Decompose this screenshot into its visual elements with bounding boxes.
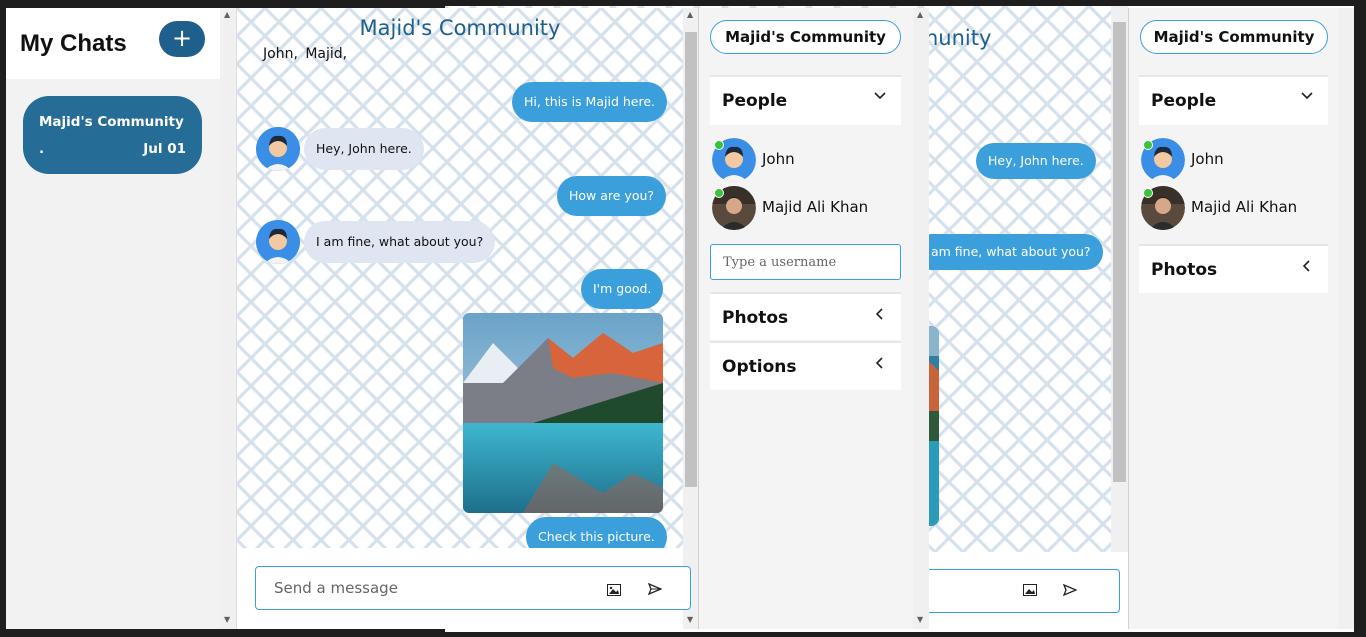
chevron-left-icon [873, 356, 887, 374]
chat-title: Majid's Community [359, 16, 561, 40]
photos-section-header[interactable]: Photos [710, 292, 901, 340]
member-row[interactable]: Majid Ali Khan [712, 186, 902, 230]
scroll-down-arrow[interactable]: ▼ [917, 615, 923, 624]
chat-scrollbar[interactable]: ▲ ▼ [683, 8, 699, 629]
message-bubble-mine: I'm good. [581, 269, 664, 309]
chat-feed: Majid's Community John, Majid, Hi, this … [237, 8, 683, 548]
people-section-header[interactable]: People [1139, 75, 1328, 125]
background-message-bubble: Hey, John here. [976, 143, 1096, 179]
chat-window: Majid's Community John, Majid, Hi, this … [236, 8, 699, 629]
online-indicator [714, 140, 724, 150]
chat-list-scrollbar[interactable]: ▲ ▼ [220, 8, 236, 629]
avatar [256, 127, 300, 171]
member-name: John [762, 150, 795, 168]
new-chat-button[interactable]: + [159, 21, 205, 57]
chat-card-preview: . [39, 141, 45, 157]
background-details-sidebar: Majid's Community People John Majid Ali … [1128, 8, 1338, 629]
options-section-title: Options [722, 357, 797, 377]
chat-list-header: My Chats + [6, 8, 220, 79]
background-chat-title: nunity [925, 26, 992, 50]
scroll-up-arrow[interactable]: ▲ [917, 10, 923, 19]
scroll-thumb[interactable] [685, 32, 697, 487]
member-name: John [1191, 150, 1224, 168]
message-input[interactable] [274, 579, 574, 597]
scroll-up-arrow[interactable]: ▲ [224, 10, 230, 19]
online-indicator [1143, 140, 1153, 150]
chat-details-sidebar: Majid's Community People John Majid Ali … [698, 8, 913, 629]
member-name: Majid Ali Khan [762, 198, 869, 216]
chevron-left-icon [873, 307, 887, 325]
photos-section-header[interactable]: Photos [1139, 244, 1328, 293]
people-section-title: People [722, 91, 788, 111]
people-section-title: People [1151, 91, 1217, 111]
member-name: Majid Ali Khan [1191, 198, 1298, 216]
scroll-down-arrow[interactable]: ▼ [224, 615, 230, 624]
background-chat-scrollbar[interactable] [1111, 6, 1128, 552]
scroll-down-arrow[interactable]: ▼ [687, 615, 693, 624]
image-upload-icon[interactable] [607, 581, 621, 600]
chat-card-name: Majid's Community [39, 114, 184, 130]
photos-section-title: Photos [722, 308, 789, 328]
message-bubble-mine: How are you? [557, 176, 667, 216]
send-icon[interactable] [647, 580, 663, 599]
message-composer [255, 566, 691, 610]
community-name-button[interactable]: Majid's Community [1140, 20, 1328, 54]
member-row[interactable]: John [712, 138, 902, 182]
member-row[interactable]: Majid Ali Khan [1141, 186, 1331, 230]
chevron-down-icon [873, 89, 887, 107]
background-message-bubble: am fine, what about you? [913, 234, 1103, 270]
member-row[interactable]: John [1141, 138, 1331, 182]
chat-list-title: My Chats [20, 30, 127, 57]
message-bubble-theirs: Hey, John here. [304, 128, 424, 170]
add-username-input[interactable] [710, 244, 901, 280]
scroll-up-arrow[interactable]: ▲ [687, 10, 693, 19]
image-icon[interactable] [1023, 584, 1037, 600]
background-message-input[interactable] [915, 569, 1120, 613]
chevron-down-icon [1300, 89, 1314, 107]
send-icon[interactable] [1062, 583, 1078, 600]
options-section-header[interactable]: Options [710, 341, 901, 390]
community-name-button[interactable]: Majid's Community [710, 20, 901, 54]
message-bubble-theirs: I am fine, what about you? [304, 221, 496, 263]
chat-list-panel: My Chats + Majid's Community . Jul 01 [6, 8, 220, 629]
chat-card[interactable]: Majid's Community . Jul 01 [23, 96, 202, 174]
photos-section-title: Photos [1151, 260, 1218, 280]
background-sidebar-scrollbar[interactable] [1338, 8, 1354, 629]
avatar [256, 220, 300, 264]
message-bubble-mine: Check this picture. [526, 517, 667, 548]
online-indicator [1143, 188, 1153, 198]
chevron-left-icon [1300, 259, 1314, 277]
message-photo[interactable] [463, 313, 663, 513]
window-edge [1354, 6, 1366, 637]
sidebar-scrollbar[interactable]: ▲ ▼ [913, 8, 929, 629]
chat-card-date: Jul 01 [143, 141, 186, 157]
chat-participants: John, Majid, [263, 46, 348, 62]
people-section-header[interactable]: People [710, 75, 901, 125]
online-indicator [714, 188, 724, 198]
message-bubble-mine: Hi, this is Majid here. [512, 82, 667, 122]
